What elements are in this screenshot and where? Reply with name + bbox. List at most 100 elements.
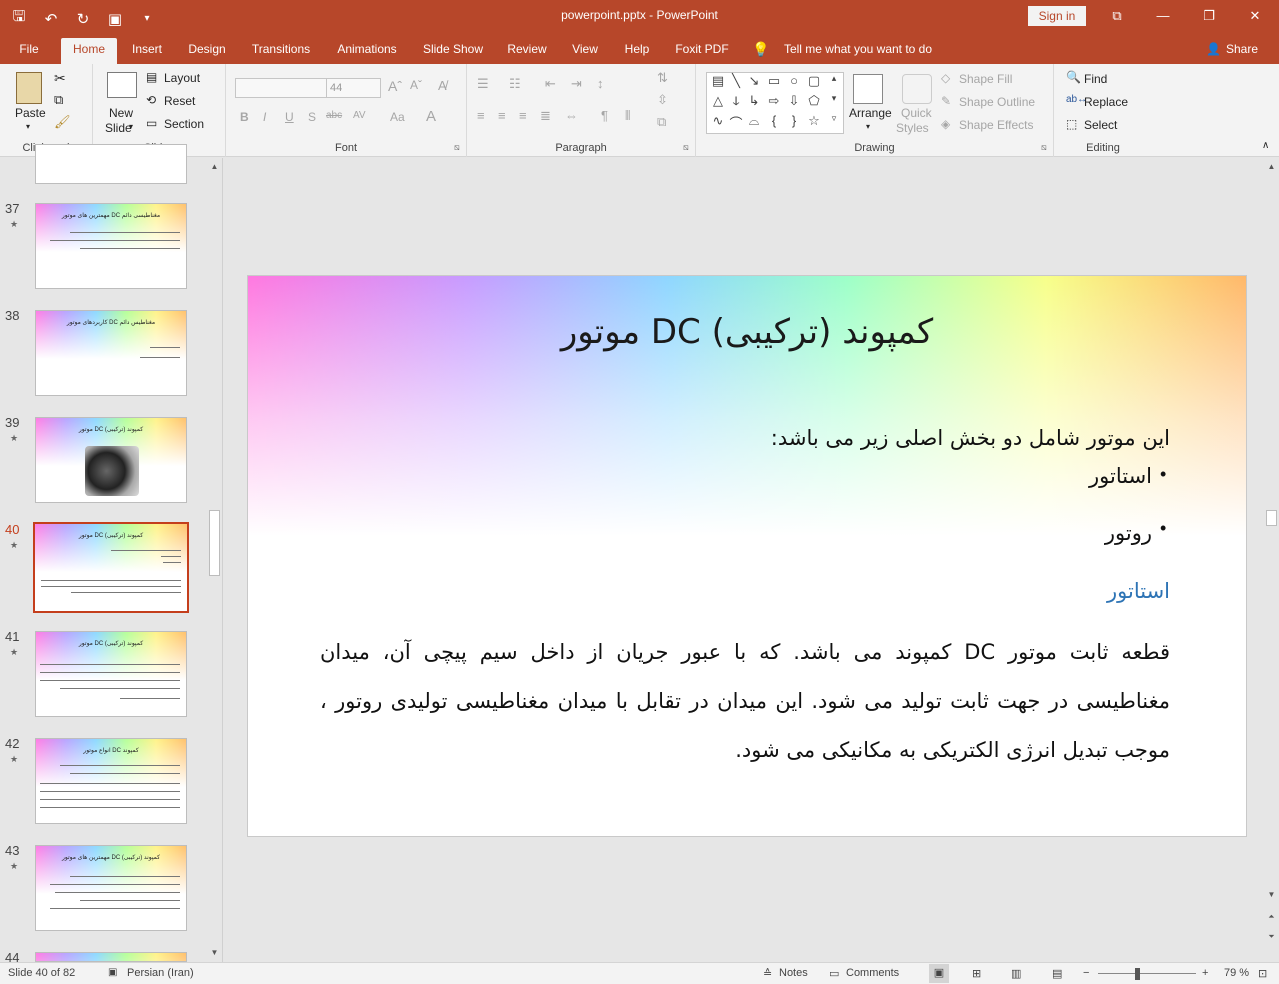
change-case-button[interactable]: Aa: [390, 110, 405, 124]
shape-effects-icon[interactable]: ◈: [941, 117, 950, 131]
columns-icon[interactable]: ⫴: [625, 108, 630, 124]
scroll-down-icon[interactable]: ▼: [207, 946, 222, 960]
clear-formatting-icon[interactable]: A̸: [438, 78, 447, 93]
font-family-combo[interactable]: [235, 78, 327, 98]
find-icon[interactable]: 🔍: [1066, 70, 1081, 84]
gallery-more-icon[interactable]: ▿: [825, 113, 843, 124]
justify-icon[interactable]: ≣: [540, 108, 551, 124]
font-launcher-icon[interactable]: ⧅: [454, 142, 460, 153]
undo-icon[interactable]: ↶: [40, 10, 62, 28]
underline-button[interactable]: U: [285, 110, 294, 124]
select-icon[interactable]: ⬚: [1066, 117, 1077, 131]
slide-thumbnail-43[interactable]: مهمترین های موتور DC کمپوند (ترکیبی): [35, 845, 187, 931]
slide-thumbnail-41[interactable]: موتور DC کمپوند (ترکیبی): [35, 631, 187, 717]
align-left-icon[interactable]: ≡: [477, 108, 485, 123]
zoom-slider-thumb[interactable]: [1135, 968, 1140, 980]
previous-slide-icon[interactable]: ⏶: [1264, 910, 1279, 924]
start-from-beginning-icon[interactable]: ▣: [104, 10, 126, 28]
paste-button[interactable]: Paste: [15, 106, 46, 120]
font-color-button[interactable]: A: [426, 108, 436, 125]
align-text-icon[interactable]: ⇳: [657, 92, 668, 108]
save-icon[interactable]: 🖫: [8, 6, 30, 31]
arrange-dropdown-icon[interactable]: ▾: [866, 122, 870, 131]
quick-styles-icon[interactable]: [902, 74, 932, 104]
shape-outline-icon[interactable]: ✎: [941, 94, 951, 108]
left-brace-shape-icon[interactable]: {: [765, 113, 783, 128]
current-slide[interactable]: موتور DC کمپوند (ترکیبی) این موتور شامل …: [247, 275, 1247, 837]
shape-outline-button[interactable]: Shape Outline: [959, 95, 1035, 109]
collapse-ribbon-icon[interactable]: ∧: [1262, 140, 1269, 151]
down-arrow-shape-icon[interactable]: ⇩: [785, 93, 803, 109]
right-arrow-shape-icon[interactable]: ⇨: [765, 93, 783, 109]
rectangle-shape-icon[interactable]: ▭: [765, 73, 783, 89]
layout-icon[interactable]: ▤: [146, 70, 157, 84]
oval-shape-icon[interactable]: ○: [785, 73, 803, 88]
normal-view-icon[interactable]: ▣: [929, 964, 949, 983]
layout-button[interactable]: Layout: [164, 71, 200, 85]
shape-effects-button[interactable]: Shape Effects: [959, 118, 1034, 132]
section-icon[interactable]: ▭: [146, 116, 157, 130]
new-slide-dropdown-icon[interactable]: ▾: [129, 122, 133, 131]
ribbon-display-options-icon[interactable]: ⧉: [1094, 4, 1140, 28]
tab-help[interactable]: Help: [618, 38, 656, 64]
stator-paragraph[interactable]: قطعه ثابت موتور DC کمپوند می باشد. که با…: [320, 628, 1170, 775]
slide-thumbnail-40[interactable]: موتور DC کمپوند (ترکیبی): [33, 522, 189, 613]
tab-file[interactable]: File: [8, 38, 50, 64]
slide-sorter-icon[interactable]: ⊞: [972, 967, 981, 980]
strikethrough-button[interactable]: abc: [326, 110, 342, 121]
fit-to-window-icon[interactable]: ⊡: [1258, 967, 1267, 980]
next-slide-icon[interactable]: ⏷: [1264, 930, 1279, 944]
align-right-icon[interactable]: ≡: [519, 108, 527, 123]
decrease-font-icon[interactable]: Aˇ: [410, 78, 422, 92]
align-center-icon[interactable]: ≡: [498, 108, 506, 123]
section-button[interactable]: Section: [164, 117, 204, 131]
tab-insert[interactable]: Insert: [125, 38, 169, 64]
sign-in-button[interactable]: Sign in: [1028, 6, 1086, 26]
rtl-icon[interactable]: ¶: [601, 108, 608, 123]
curve-shape-icon[interactable]: ⌓: [745, 113, 763, 129]
arc-shape-icon[interactable]: ⌒: [727, 113, 745, 132]
reset-button[interactable]: Reset: [164, 94, 195, 108]
slide-title[interactable]: موتور DC کمپوند (ترکیبی): [248, 312, 1246, 352]
freeform-shape-icon[interactable]: ∿: [709, 113, 727, 129]
close-icon[interactable]: ✕: [1232, 4, 1278, 28]
line-spacing-icon[interactable]: ↕: [597, 76, 604, 91]
italic-button[interactable]: I: [263, 110, 266, 124]
thumbnail-scrollbar[interactable]: ▲ ▼: [207, 158, 222, 962]
gallery-down-icon[interactable]: ▾: [825, 93, 843, 104]
arrow-shape-icon[interactable]: ↘: [745, 73, 763, 89]
distributed-icon[interactable]: ⇔: [565, 108, 578, 123]
slide-show-icon[interactable]: ▤: [1052, 967, 1062, 980]
slide-thumbnail-42[interactable]: انواع موتور DC کمپوند: [35, 738, 187, 824]
shapes-gallery[interactable]: ▤ ╲ ↘ ▭ ○ ▢ △ ↆ ↳ ⇨ ⇩ ⬠ ∿ ⌒ ⌓ { } ☆ ▴ ▾ …: [706, 72, 844, 134]
paste-dropdown-icon[interactable]: ▾: [26, 122, 30, 131]
share-button[interactable]: Share: [1224, 38, 1260, 64]
scroll-up-icon[interactable]: ▲: [207, 160, 222, 174]
zoom-out-icon[interactable]: −: [1083, 967, 1089, 979]
scroll-thumb[interactable]: [209, 510, 220, 576]
scroll-up-icon[interactable]: ▲: [1264, 160, 1279, 174]
pentagon-shape-icon[interactable]: ⬠: [805, 93, 823, 109]
arrange-icon[interactable]: [853, 74, 883, 104]
elbow-connector-icon[interactable]: ↆ: [727, 93, 745, 109]
tell-me-search[interactable]: Tell me what you want to do: [776, 38, 940, 64]
increase-indent-icon[interactable]: ⇥: [571, 76, 582, 92]
smartart-icon[interactable]: ⧉: [657, 114, 666, 130]
comments-icon[interactable]: ▭: [829, 967, 839, 980]
increase-font-icon[interactable]: Aˆ: [388, 78, 402, 94]
tab-slide-show[interactable]: Slide Show: [418, 38, 488, 64]
slide-thumbnail-36[interactable]: [35, 144, 187, 184]
bullets-icon[interactable]: ☰: [477, 76, 489, 92]
reading-view-icon[interactable]: ▥: [1011, 967, 1021, 980]
star-shape-icon[interactable]: ☆: [805, 113, 823, 129]
minimize-icon[interactable]: —: [1140, 4, 1186, 28]
font-size-combo[interactable]: 44: [326, 78, 381, 98]
rounded-rect-shape-icon[interactable]: ▢: [805, 73, 823, 89]
shape-fill-icon[interactable]: ◇: [941, 71, 950, 85]
new-slide-icon[interactable]: [107, 72, 137, 98]
triangle-shape-icon[interactable]: △: [709, 93, 727, 109]
find-button[interactable]: Find: [1084, 72, 1107, 86]
quick-styles-line1[interactable]: Quick: [901, 106, 932, 120]
bullet-item-rotor[interactable]: روتور: [1105, 521, 1152, 545]
tab-view[interactable]: View: [566, 38, 604, 64]
